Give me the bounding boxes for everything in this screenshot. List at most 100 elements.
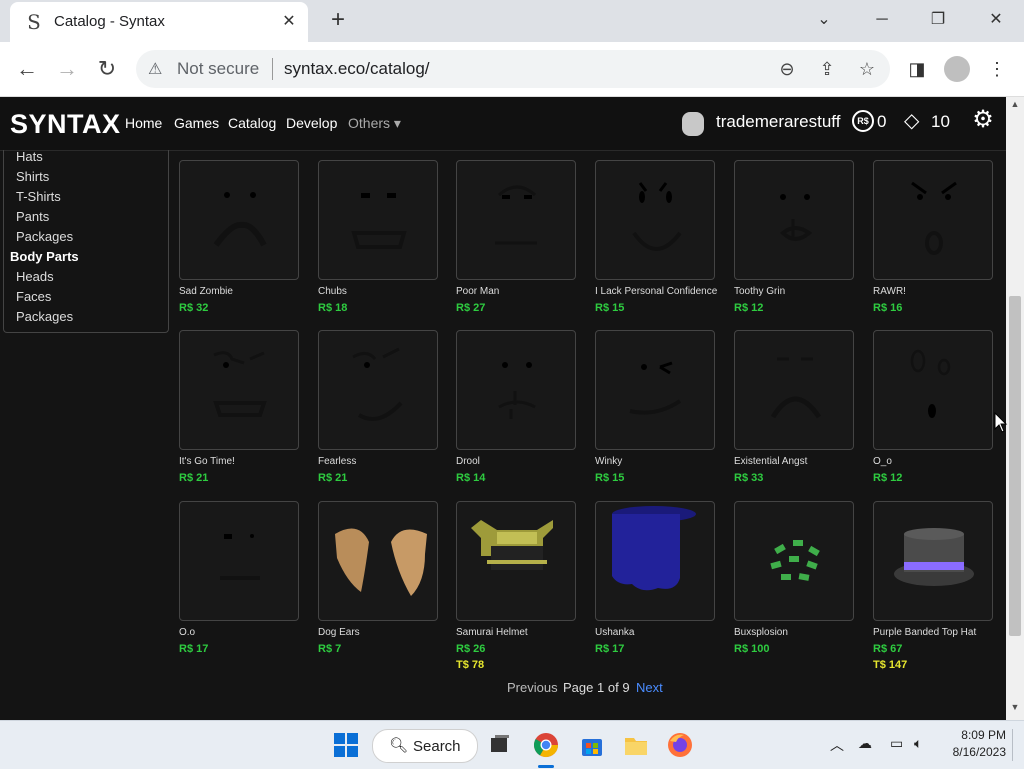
side-panel-icon[interactable]: ◨ (904, 56, 930, 82)
item-name[interactable]: Chubs (318, 286, 347, 297)
item-thumbnail[interactable] (456, 330, 576, 450)
taskbar-search-box[interactable]: 🔍︎ Search (372, 729, 478, 763)
zoom-out-icon[interactable]: ⊖ (776, 58, 798, 80)
sidebar-item-body-parts[interactable]: Body Parts (10, 249, 79, 264)
sidebar-item-faces[interactable]: Faces (16, 289, 51, 304)
settings-gear-icon[interactable]: ⚙ (970, 107, 996, 133)
nav-games[interactable]: Games (174, 115, 219, 131)
address-bar[interactable]: ⚠ Not secure syntax.eco/catalog/ ⊖ ⇪ ☆ (136, 50, 890, 88)
reload-icon[interactable]: ↻ (94, 56, 120, 82)
show-hidden-icons-chevron-icon[interactable]: ︿ (830, 735, 844, 755)
item-name[interactable]: Toothy Grin (734, 286, 785, 297)
bookmark-star-icon[interactable]: ☆ (856, 58, 878, 80)
task-view-icon[interactable] (486, 731, 514, 759)
sidebar-item-heads[interactable]: Heads (16, 269, 54, 284)
file-explorer-icon[interactable] (622, 731, 650, 759)
share-icon[interactable]: ⇪ (816, 58, 838, 80)
item-name[interactable]: Samurai Helmet (456, 627, 528, 638)
item-thumbnail[interactable] (734, 501, 854, 621)
chrome-icon[interactable] (532, 731, 560, 759)
tix-balance[interactable]: 10 (931, 112, 950, 132)
item-thumbnail[interactable] (318, 330, 438, 450)
network-offline-icon[interactable]: ☁ (858, 735, 872, 752)
browser-tab[interactable]: S Catalog - Syntax ✕ (10, 2, 308, 42)
windows-start-icon[interactable] (332, 731, 360, 759)
minimize-icon[interactable]: ─ (862, 6, 902, 34)
item-name[interactable]: O_o (873, 456, 892, 467)
security-label[interactable]: Not secure (177, 59, 259, 79)
caret-down-icon: ▾ (393, 115, 401, 131)
warning-icon[interactable]: ⚠ (148, 59, 162, 79)
profile-avatar-icon[interactable] (944, 56, 970, 82)
item-name[interactable]: I Lack Personal Confidence (595, 286, 717, 297)
item-name[interactable]: Buxsplosion (734, 627, 788, 638)
item-name[interactable]: Winky (595, 456, 622, 467)
clock-time: 8:09 PM (961, 728, 1006, 742)
taskbar-clock[interactable]: 8:09 PM 8/16/2023 (946, 728, 1006, 759)
item-name[interactable]: Purple Banded Top Hat (873, 627, 976, 638)
sidebar-item-hats[interactable]: Hats (16, 149, 43, 164)
item-thumbnail[interactable] (873, 160, 993, 280)
scroll-down-arrow-icon[interactable]: ▼ (1006, 702, 1024, 716)
back-icon[interactable]: ← (14, 56, 40, 82)
close-tab-icon[interactable]: ✕ (278, 11, 300, 33)
nav-home[interactable]: Home (125, 115, 162, 131)
nav-others-dropdown[interactable]: Others ▾ (348, 115, 401, 132)
item-name[interactable]: RAWR! (873, 286, 906, 297)
item-thumbnail[interactable] (734, 330, 854, 450)
scroll-up-arrow-icon[interactable]: ▲ (1006, 99, 1024, 113)
item-name[interactable]: O.o (179, 627, 195, 638)
microsoft-store-icon[interactable] (578, 731, 606, 759)
display-icon[interactable]: ▭ (890, 735, 903, 752)
item-thumbnail[interactable] (318, 501, 438, 621)
item-name[interactable]: Ushanka (595, 627, 634, 638)
item-name[interactable]: Existential Angst (734, 456, 807, 467)
item-thumbnail[interactable] (873, 501, 993, 621)
item-thumbnail[interactable] (595, 501, 715, 621)
scrollbar-thumb[interactable] (1009, 296, 1021, 636)
sidebar-item-packages[interactable]: Packages (16, 309, 73, 324)
item-thumbnail[interactable] (595, 160, 715, 280)
item-name[interactable]: Poor Man (456, 286, 499, 297)
item-name[interactable]: It's Go Time! (179, 456, 235, 467)
more-menu-icon[interactable]: ⋮ (984, 56, 1010, 82)
robux-balance[interactable]: 0 (877, 112, 886, 132)
username[interactable]: trademerarestuff (716, 112, 840, 132)
i-lack-personal-confidence-icon (632, 182, 682, 251)
firefox-icon[interactable] (666, 731, 694, 759)
item-thumbnail[interactable] (456, 501, 576, 621)
item-robux-price: R$ 14 (456, 472, 486, 484)
item-thumbnail[interactable] (179, 330, 299, 450)
sidebar-item-t-shirts[interactable]: T-Shirts (16, 189, 61, 204)
sidebar-item-packages[interactable]: Packages (16, 229, 73, 244)
item-thumbnail[interactable] (179, 160, 299, 280)
item-name[interactable]: Sad Zombie (179, 286, 233, 297)
pagination-previous[interactable]: Previous (507, 680, 558, 695)
user-avatar[interactable] (682, 112, 704, 136)
item-thumbnail[interactable] (318, 160, 438, 280)
item-thumbnail[interactable] (456, 160, 576, 280)
volume-icon[interactable]: 🔈︎ (914, 735, 922, 752)
close-window-icon[interactable]: ✕ (976, 6, 1016, 34)
sidebar-item-pants[interactable]: Pants (16, 209, 49, 224)
item-thumbnail[interactable] (595, 330, 715, 450)
syntax-favicon-icon: S (27, 10, 41, 34)
item-thumbnail[interactable] (734, 160, 854, 280)
site-logo[interactable]: SYNTAX (10, 109, 121, 140)
sidebar-item-shirts[interactable]: Shirts (16, 169, 49, 184)
nav-catalog[interactable]: Catalog (228, 115, 276, 131)
poor-man-icon (495, 185, 537, 245)
item-name[interactable]: Drool (456, 456, 480, 467)
item-name[interactable]: Dog Ears (318, 627, 360, 638)
url-text[interactable]: syntax.eco/catalog/ (284, 59, 430, 79)
new-tab-icon[interactable]: + (326, 8, 350, 32)
restore-icon[interactable]: ❐ (918, 6, 958, 34)
nav-develop[interactable]: Develop (286, 115, 337, 131)
item-thumbnail[interactable] (873, 330, 993, 450)
show-desktop-divider[interactable] (1012, 729, 1013, 761)
pagination-next[interactable]: Next (636, 680, 663, 695)
tab-search-chevron-icon[interactable]: ⌄ (804, 6, 844, 34)
item-name[interactable]: Fearless (318, 456, 356, 467)
forward-icon[interactable]: → (54, 56, 80, 82)
item-thumbnail[interactable] (179, 501, 299, 621)
